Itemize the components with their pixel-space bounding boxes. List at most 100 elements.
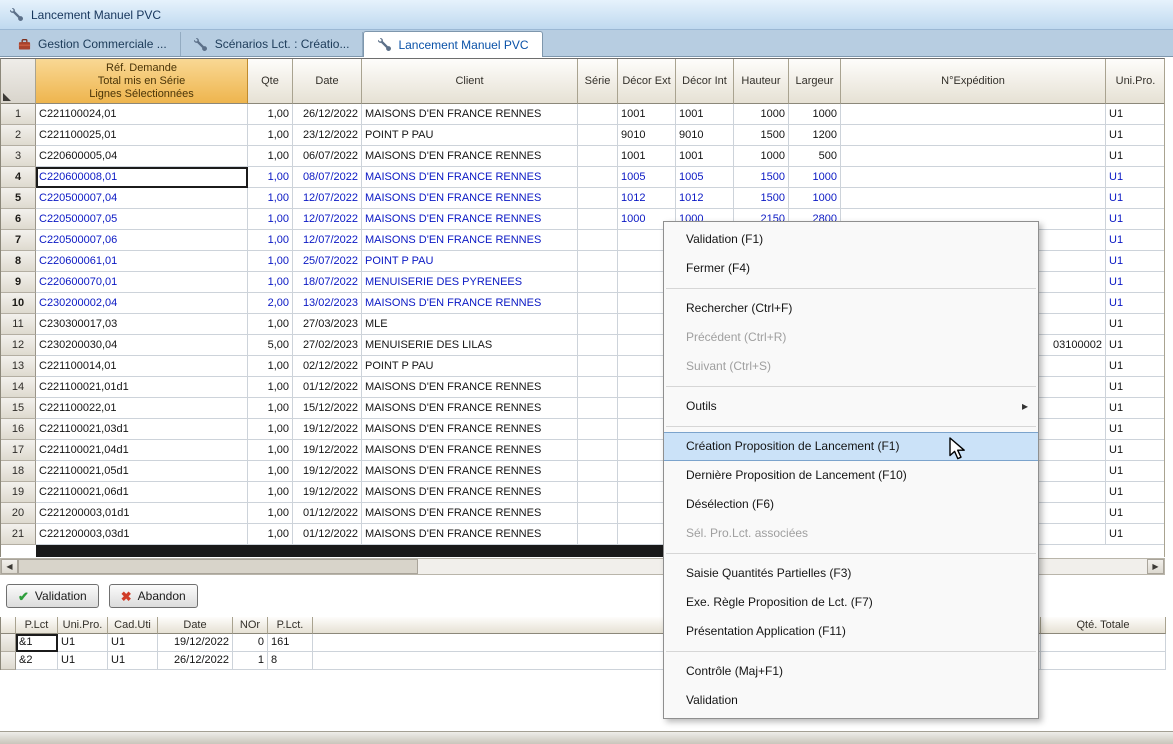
cell-hauteur[interactable]: 1500 <box>734 167 789 188</box>
cell-client[interactable]: MAISONS D'EN FRANCE RENNES <box>362 209 578 230</box>
cell-date[interactable]: 06/07/2022 <box>293 146 362 167</box>
cell-qte[interactable]: 1,00 <box>248 146 293 167</box>
cell-decor_int[interactable]: 1001 <box>676 104 734 125</box>
menu-item-validation[interactable]: Validation <box>664 686 1038 715</box>
cell-client[interactable]: POINT P PAU <box>362 125 578 146</box>
cell-serie[interactable] <box>578 125 618 146</box>
menu-item-contr-le-maj-f1[interactable]: Contrôle (Maj+F1) <box>664 657 1038 686</box>
menu-item-cr-ation-proposition-de-lancement-f1[interactable]: Création Proposition de Lancement (F1) <box>664 432 1038 461</box>
menu-item-fermer-f4[interactable]: Fermer (F4) <box>664 254 1038 283</box>
column-header-decor_ext[interactable]: Décor Ext <box>618 59 676 104</box>
cell-serie[interactable] <box>578 146 618 167</box>
cell-uni_pro[interactable]: U1 <box>1106 524 1165 545</box>
cell-expedition[interactable] <box>841 125 1106 146</box>
cell-serie[interactable] <box>578 419 618 440</box>
scroll-left-button[interactable]: ◀ <box>1 559 18 574</box>
cell-date[interactable]: 13/02/2023 <box>293 293 362 314</box>
column-header-largeur[interactable]: Largeur <box>789 59 841 104</box>
scrollbar-thumb[interactable] <box>18 559 418 574</box>
table-row[interactable]: 3C220600005,041,0006/07/2022MAISONS D'EN… <box>1 146 1164 167</box>
cell-decor_int[interactable]: 1005 <box>676 167 734 188</box>
cell-decor_int[interactable]: 1001 <box>676 146 734 167</box>
cell-qte_totale[interactable] <box>1041 652 1166 670</box>
cell-uni_pro[interactable]: U1 <box>1106 209 1165 230</box>
menu-item-exe-r-gle-proposition-de-lct-f7[interactable]: Exe. Règle Proposition de Lct. (F7) <box>664 588 1038 617</box>
menu-item-outils[interactable]: Outils▸ <box>664 392 1038 421</box>
cell-qte[interactable]: 1,00 <box>248 356 293 377</box>
cell-decor_ext[interactable]: 1001 <box>618 146 676 167</box>
cell-nor[interactable]: 1 <box>233 652 268 670</box>
cell-client[interactable]: MAISONS D'EN FRANCE RENNES <box>362 461 578 482</box>
cell-client[interactable]: MAISONS D'EN FRANCE RENNES <box>362 104 578 125</box>
cell-ref[interactable]: C221100021,06d1 <box>36 482 248 503</box>
cell-uni_pro[interactable]: U1 <box>1106 398 1165 419</box>
column-header-client[interactable]: Client <box>362 59 578 104</box>
cell-qte_totale[interactable] <box>1041 634 1166 652</box>
cell-qte[interactable]: 1,00 <box>248 167 293 188</box>
cell-ref[interactable]: C220600061,01 <box>36 251 248 272</box>
cell-hauteur[interactable]: 1000 <box>734 146 789 167</box>
cell-serie[interactable] <box>578 524 618 545</box>
cell-qte[interactable]: 1,00 <box>248 503 293 524</box>
cell-qte[interactable]: 1,00 <box>248 230 293 251</box>
cell-decor_int[interactable]: 1012 <box>676 188 734 209</box>
cell-client[interactable]: MENUISERIE DES PYRENEES <box>362 272 578 293</box>
cell-largeur[interactable]: 1000 <box>789 167 841 188</box>
cell-serie[interactable] <box>578 188 618 209</box>
scroll-right-button[interactable]: ▶ <box>1147 559 1164 574</box>
cell-unipro[interactable]: U1 <box>58 652 108 670</box>
cell-hauteur[interactable]: 1500 <box>734 125 789 146</box>
cell-date[interactable]: 12/07/2022 <box>293 230 362 251</box>
column-header-uni_pro[interactable]: Uni.Pro. <box>1106 59 1165 104</box>
grid-corner-cell[interactable] <box>1 59 36 104</box>
table-row[interactable]: 5C220500007,041,0012/07/2022MAISONS D'EN… <box>1 188 1164 209</box>
cell-qte[interactable]: 1,00 <box>248 209 293 230</box>
table-row[interactable]: 1C221100024,011,0026/12/2022MAISONS D'EN… <box>1 104 1164 125</box>
cell-date[interactable]: 23/12/2022 <box>293 125 362 146</box>
cell-qte[interactable]: 1,00 <box>248 398 293 419</box>
cell-ref[interactable]: C220500007,04 <box>36 188 248 209</box>
cell-ref[interactable]: C220600005,04 <box>36 146 248 167</box>
cell-uni_pro[interactable]: U1 <box>1106 125 1165 146</box>
column-header-plct[interactable]: P.Lct <box>16 617 58 634</box>
cell-serie[interactable] <box>578 377 618 398</box>
cell-serie[interactable] <box>578 314 618 335</box>
cell-client[interactable]: MAISONS D'EN FRANCE RENNES <box>362 146 578 167</box>
cell-serie[interactable] <box>578 209 618 230</box>
cell-qte[interactable]: 1,00 <box>248 251 293 272</box>
cell-date[interactable]: 01/12/2022 <box>293 503 362 524</box>
column-header-unipro[interactable]: Uni.Pro. <box>58 617 108 634</box>
column-header-serie[interactable]: Série <box>578 59 618 104</box>
abandon-button[interactable]: ✖Abandon <box>109 584 198 608</box>
cell-uni_pro[interactable]: U1 <box>1106 482 1165 503</box>
validation-button[interactable]: ✔Validation <box>6 584 99 608</box>
cell-client[interactable]: MAISONS D'EN FRANCE RENNES <box>362 377 578 398</box>
cell-serie[interactable] <box>578 104 618 125</box>
cell-date[interactable]: 19/12/2022 <box>293 482 362 503</box>
cell-ref[interactable]: C230200030,04 <box>36 335 248 356</box>
cell-uni_pro[interactable]: U1 <box>1106 104 1165 125</box>
column-header-nor[interactable]: NOr <box>233 617 268 634</box>
cell-uni_pro[interactable]: U1 <box>1106 167 1165 188</box>
cell-ref[interactable]: C230300017,03 <box>36 314 248 335</box>
cell-caduti[interactable]: U1 <box>108 634 158 652</box>
cell-serie[interactable] <box>578 398 618 419</box>
tab-lancement-manuel-pvc[interactable]: Lancement Manuel PVC <box>363 31 542 57</box>
cell-largeur[interactable]: 500 <box>789 146 841 167</box>
cell-expedition[interactable] <box>841 188 1106 209</box>
menu-item-rechercher-ctrl-f[interactable]: Rechercher (Ctrl+F) <box>664 294 1038 323</box>
cell-ref[interactable]: C221100014,01 <box>36 356 248 377</box>
cell-uni_pro[interactable]: U1 <box>1106 440 1165 461</box>
cell-client[interactable]: POINT P PAU <box>362 356 578 377</box>
cell-ref[interactable]: C220500007,05 <box>36 209 248 230</box>
cell-qte[interactable]: 1,00 <box>248 188 293 209</box>
cell-client[interactable]: MAISONS D'EN FRANCE RENNES <box>362 188 578 209</box>
cell-uni_pro[interactable]: U1 <box>1106 251 1165 272</box>
cell-date[interactable]: 15/12/2022 <box>293 398 362 419</box>
cell-expedition[interactable] <box>841 146 1106 167</box>
cell-uni_pro[interactable]: U1 <box>1106 356 1165 377</box>
cell-decor_ext[interactable]: 1012 <box>618 188 676 209</box>
tab-sc-narios-lct-cr-atio[interactable]: Scénarios Lct. : Créatio... <box>181 32 364 56</box>
cell-serie[interactable] <box>578 272 618 293</box>
cell-date[interactable]: 19/12/2022 <box>293 419 362 440</box>
